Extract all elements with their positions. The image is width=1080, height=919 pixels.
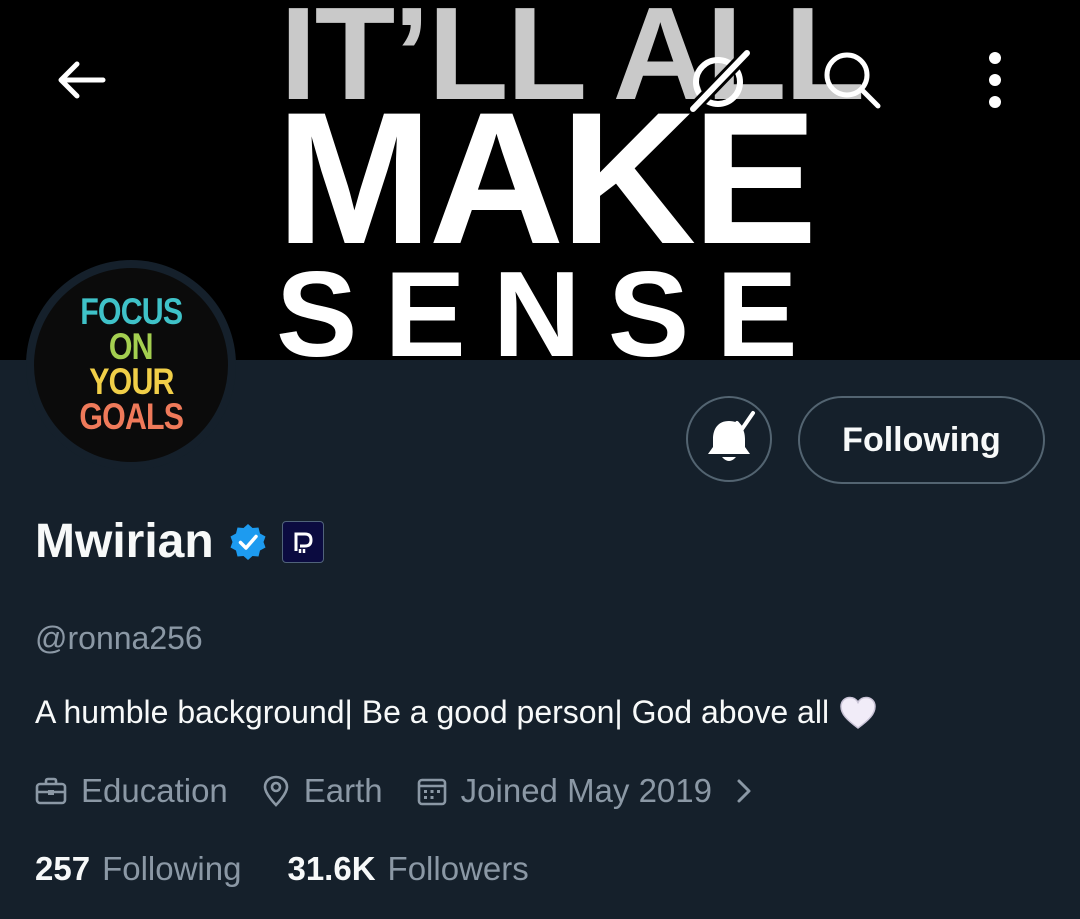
meta-joined-label: Joined May 2019 — [460, 772, 712, 809]
avatar-text-line: ON — [109, 326, 154, 368]
banner-text-line3: SENSE — [276, 246, 825, 360]
notifications-button[interactable] — [686, 396, 772, 482]
following-button[interactable]: Following — [798, 396, 1045, 484]
avatar-text-line: FOCUS — [79, 291, 183, 333]
briefcase-icon — [35, 777, 67, 805]
verified-badge-icon[interactable] — [228, 522, 268, 562]
profile-meta-row: Education Earth Joined May 2019 — [35, 772, 766, 810]
display-name: Mwirian — [35, 515, 214, 568]
meta-location-label: Earth — [303, 772, 383, 809]
more-vertical-icon — [989, 52, 1001, 108]
following-stat[interactable]: 257 Following — [35, 850, 241, 888]
grok-button[interactable] — [678, 40, 758, 120]
search-button[interactable] — [812, 40, 892, 120]
profile-stats-row: 257 Following 31.6K Followers — [35, 850, 529, 888]
search-icon — [824, 52, 881, 109]
chevron-right-icon — [737, 779, 751, 803]
location-pin-icon — [263, 775, 289, 807]
bio-text: A humble background| Be a good person| G… — [35, 694, 830, 730]
calendar-icon — [417, 778, 446, 806]
bell-check-icon — [708, 411, 755, 461]
affiliation-logo-icon — [294, 532, 313, 553]
meta-joined[interactable]: Joined May 2019 — [417, 772, 766, 810]
followers-count: 31.6K — [287, 850, 376, 887]
name-row: Mwirian — [35, 514, 324, 569]
meta-category: Education — [35, 772, 228, 810]
more-options-button[interactable] — [955, 40, 1035, 120]
arrow-left-icon — [58, 61, 106, 99]
avatar-text-line: YOUR — [88, 361, 174, 402]
meta-category-label: Education — [81, 772, 228, 809]
affiliation-badge[interactable] — [281, 520, 324, 563]
profile-handle: @ronna256 — [35, 620, 203, 656]
grok-icon — [686, 46, 753, 115]
avatar-image: FOCUS ON YOUR GOALS — [34, 268, 228, 462]
meta-location: Earth — [262, 772, 383, 810]
following-label: Following — [102, 850, 242, 887]
profile-avatar[interactable]: FOCUS ON YOUR GOALS — [26, 260, 236, 470]
back-button[interactable] — [40, 40, 120, 120]
white-heart-emoji-icon — [840, 696, 876, 729]
following-count: 257 — [35, 850, 91, 887]
followers-label: Followers — [387, 850, 529, 887]
profile-bio: A humble background| Be a good person| G… — [35, 694, 877, 731]
avatar-text-line: GOALS — [79, 395, 184, 437]
followers-stat[interactable]: 31.6K Followers — [287, 850, 528, 888]
